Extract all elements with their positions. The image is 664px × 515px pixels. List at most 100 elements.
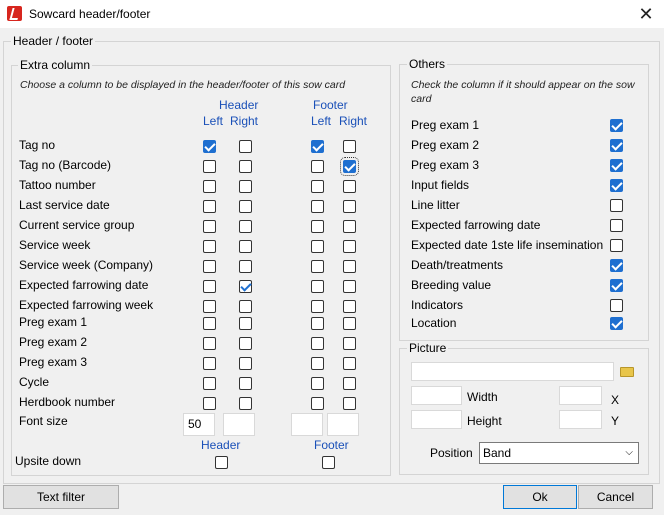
font-size-footer-right-input[interactable]	[327, 413, 359, 436]
extra-row-label: Preg exam 2	[19, 335, 88, 349]
extra-row-footer-left-checkbox[interactable]	[311, 337, 324, 350]
picture-path-input[interactable]	[411, 362, 614, 381]
extra-row-header-left-checkbox[interactable]	[203, 240, 216, 253]
extra-row-header-right-checkbox[interactable]	[239, 260, 252, 273]
extra-row-header-right-checkbox[interactable]	[239, 180, 252, 193]
extra-row-footer-left-checkbox[interactable]	[311, 300, 324, 313]
others-row-checkbox[interactable]	[610, 279, 623, 292]
extra-row-label: Preg exam 1	[19, 315, 88, 329]
extra-row-header-right-checkbox[interactable]	[239, 160, 252, 173]
others-row-checkbox[interactable]	[610, 299, 623, 312]
extra-row-header-right-checkbox[interactable]	[239, 240, 252, 253]
others-row-checkbox[interactable]	[610, 139, 623, 152]
extra-row-footer-left-checkbox[interactable]	[311, 357, 324, 370]
extra-row-label: Current service group	[19, 218, 135, 232]
ok-button[interactable]: Ok	[503, 485, 577, 509]
extra-row-header-right-checkbox[interactable]	[239, 397, 252, 410]
position-select[interactable]: Band ⌵	[479, 442, 639, 464]
extra-row-footer-right-checkbox[interactable]	[343, 397, 356, 410]
extra-row-header-left-checkbox[interactable]	[203, 200, 216, 213]
others-hint: Check the column if it should appear on …	[411, 79, 635, 105]
extra-row-header-left-checkbox[interactable]	[203, 317, 216, 330]
extra-row-footer-right-checkbox[interactable]	[343, 337, 356, 350]
extra-row-header-left-checkbox[interactable]	[203, 397, 216, 410]
picture-x-input[interactable]	[559, 386, 602, 405]
extra-row-label: Expected farrowing date	[19, 278, 149, 292]
extra-row-header-left-checkbox[interactable]	[203, 377, 216, 390]
extra-row-footer-right-checkbox[interactable]	[343, 377, 356, 390]
extra-row-footer-left-checkbox[interactable]	[311, 220, 324, 233]
extra-row-header-right-checkbox[interactable]	[239, 140, 252, 153]
extra-row-footer-right-checkbox[interactable]	[343, 260, 356, 273]
others-row-checkbox[interactable]	[610, 179, 623, 192]
close-icon[interactable]: ✕	[628, 0, 664, 28]
font-size-header-right-input[interactable]	[223, 413, 255, 436]
footer-caption: Footer	[314, 438, 349, 452]
upside-down-header-checkbox[interactable]	[215, 456, 228, 469]
picture-height-input[interactable]	[411, 410, 462, 429]
extra-row-footer-right-checkbox[interactable]	[343, 357, 356, 370]
extra-row-footer-left-checkbox[interactable]	[311, 240, 324, 253]
cancel-button[interactable]: Cancel	[578, 485, 653, 509]
extra-row-footer-right-checkbox[interactable]	[343, 317, 356, 330]
font-size-footer-left-input[interactable]	[291, 413, 323, 436]
extra-row-footer-right-checkbox[interactable]	[343, 180, 356, 193]
extra-row-footer-right-checkbox[interactable]	[343, 240, 356, 253]
extra-row-header-left-checkbox[interactable]	[203, 337, 216, 350]
extra-row-header-left-checkbox[interactable]	[203, 357, 216, 370]
extra-row-footer-left-checkbox[interactable]	[311, 180, 324, 193]
others-row-checkbox[interactable]	[610, 199, 623, 212]
extra-row-footer-left-checkbox[interactable]	[311, 377, 324, 390]
extra-row-footer-right-checkbox[interactable]	[340, 157, 359, 176]
others-row-checkbox[interactable]	[610, 159, 623, 172]
extra-row-header-left-checkbox[interactable]	[203, 220, 216, 233]
extra-row-footer-right-checkbox[interactable]	[343, 220, 356, 233]
picture-y-input[interactable]	[559, 410, 602, 429]
extra-row-footer-left-checkbox[interactable]	[311, 280, 324, 293]
extra-row-header-right-checkbox[interactable]	[239, 337, 252, 350]
extra-row-footer-left-checkbox[interactable]	[311, 317, 324, 330]
extra-row-header-right-checkbox[interactable]	[239, 200, 252, 213]
extra-row-header-left-checkbox[interactable]	[203, 180, 216, 193]
extra-row-header-right-checkbox[interactable]	[239, 377, 252, 390]
others-row-label: Expected date 1ste life insemination	[411, 238, 604, 252]
others-row-label: Death/treatments	[411, 258, 504, 272]
others-row-checkbox[interactable]	[610, 317, 623, 330]
extra-row-footer-left-checkbox[interactable]	[311, 200, 324, 213]
extra-row-label: Preg exam 3	[19, 355, 88, 369]
others-row-label: Indicators	[411, 298, 464, 312]
extra-row-footer-right-checkbox[interactable]	[343, 200, 356, 213]
window-title: Sowcard header/footer	[29, 7, 151, 21]
extra-row-footer-left-checkbox[interactable]	[311, 260, 324, 273]
extra-row-footer-right-checkbox[interactable]	[343, 300, 356, 313]
others-row-checkbox[interactable]	[610, 219, 623, 232]
footer-column-label: Footer	[313, 98, 348, 112]
others-row-checkbox[interactable]	[610, 119, 623, 132]
extra-row-footer-right-checkbox[interactable]	[343, 140, 356, 153]
others-row-label: Preg exam 2	[411, 138, 480, 152]
extra-row-header-left-checkbox[interactable]	[203, 140, 216, 153]
extra-row-label: Tag no	[19, 138, 56, 152]
extra-row-header-left-checkbox[interactable]	[203, 260, 216, 273]
extra-row-footer-right-checkbox[interactable]	[343, 280, 356, 293]
extra-row-header-right-checkbox[interactable]	[239, 280, 252, 293]
others-row-label: Breeding value	[411, 278, 492, 292]
extra-row-header-left-checkbox[interactable]	[203, 280, 216, 293]
extra-row-header-left-checkbox[interactable]	[203, 160, 216, 173]
extra-row-footer-left-checkbox[interactable]	[311, 140, 324, 153]
chevron-down-icon: ⌵	[625, 447, 633, 458]
font-size-header-left-input[interactable]: 50	[183, 413, 215, 436]
extra-row-header-right-checkbox[interactable]	[239, 220, 252, 233]
extra-row-header-left-checkbox[interactable]	[203, 300, 216, 313]
extra-row-header-right-checkbox[interactable]	[239, 300, 252, 313]
others-row-checkbox[interactable]	[610, 239, 623, 252]
extra-row-footer-left-checkbox[interactable]	[311, 160, 324, 173]
upside-down-footer-checkbox[interactable]	[322, 456, 335, 469]
text-filter-button[interactable]: Text filter	[3, 485, 119, 509]
extra-row-footer-left-checkbox[interactable]	[311, 397, 324, 410]
extra-row-header-right-checkbox[interactable]	[239, 357, 252, 370]
others-row-checkbox[interactable]	[610, 259, 623, 272]
folder-icon[interactable]	[620, 367, 634, 377]
picture-width-input[interactable]	[411, 386, 462, 405]
extra-row-header-right-checkbox[interactable]	[239, 317, 252, 330]
